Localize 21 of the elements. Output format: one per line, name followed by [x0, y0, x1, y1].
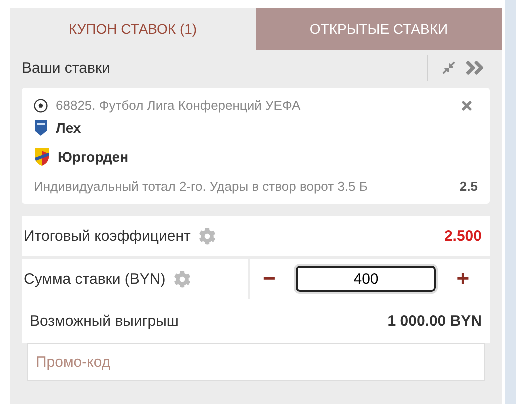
stake-input[interactable]: 400	[296, 266, 436, 292]
total-odds-value: 2.500	[444, 228, 482, 244]
settings-icon[interactable]	[174, 270, 191, 288]
crest-icon	[34, 147, 50, 167]
total-odds-label: Итоговый коэффициент	[24, 228, 191, 244]
promo-code-field[interactable]: Промо-код	[27, 343, 485, 381]
soccer-ball-icon	[34, 98, 48, 112]
market-label: Индивидуальный тотал 2-го. Удары в створ ворот 3.5 Б	[34, 179, 369, 194]
stake-label: Сумма ставки (BYN)	[24, 270, 166, 288]
minus-button[interactable]: −	[250, 265, 288, 293]
plus-button[interactable]: +	[444, 265, 482, 293]
settings-icon[interactable]	[198, 228, 216, 244]
team-name: Юргорден	[58, 149, 129, 165]
crest-icon	[34, 119, 48, 137]
team-name: Лех	[56, 120, 82, 136]
scrollbar[interactable]	[505, 0, 516, 404]
payout-label: Возможный выигрыш	[30, 312, 179, 330]
event-title: 68825. Футбол Лига Конференций УЕФА	[56, 98, 302, 113]
payout-value: 1 000.00 BYN	[388, 312, 482, 330]
section-title: Ваши ставки	[22, 60, 112, 76]
odds-value: 2.5	[460, 179, 478, 194]
